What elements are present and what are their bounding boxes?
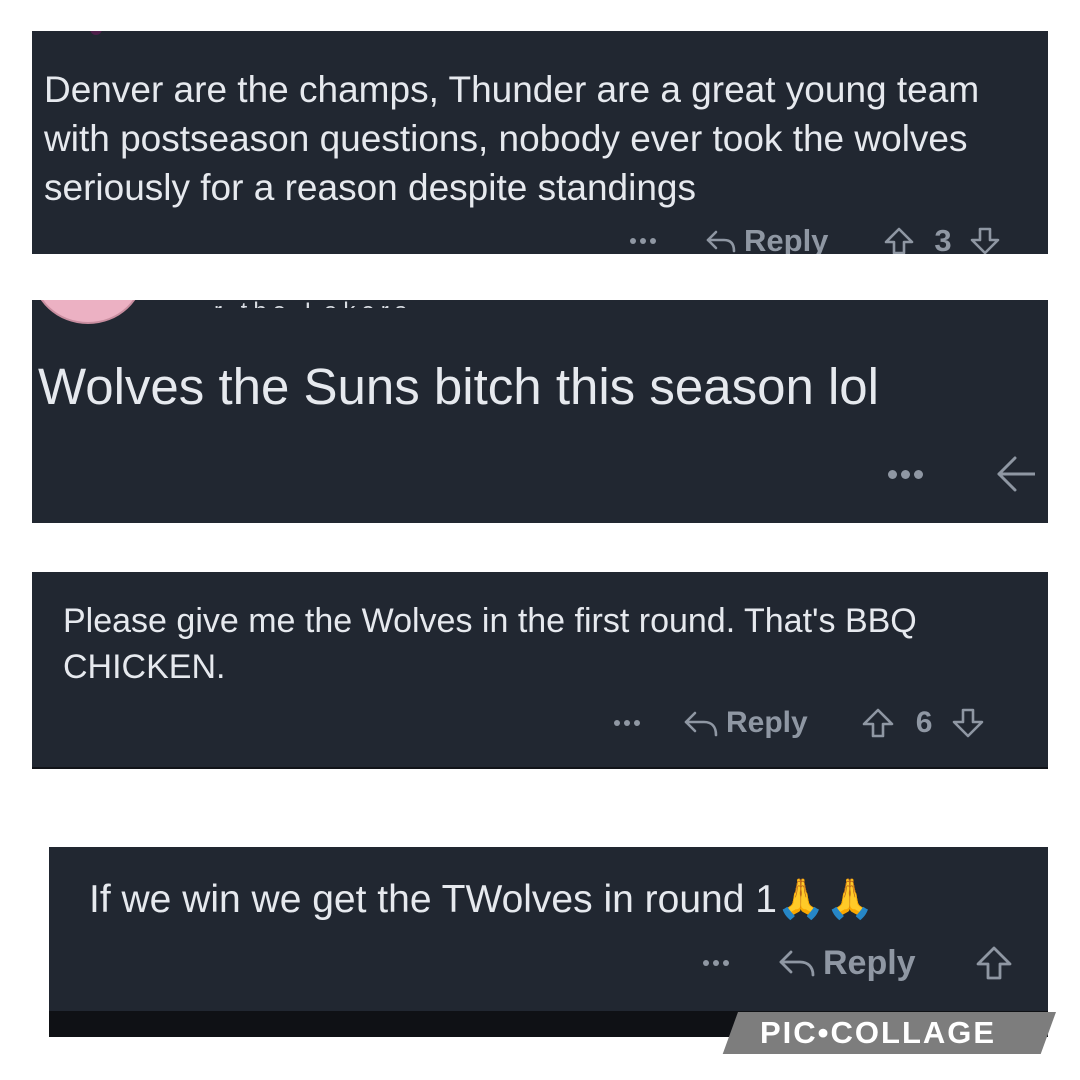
reply-icon[interactable]: [995, 452, 1035, 496]
more-options-button[interactable]: [614, 720, 640, 726]
reply-button[interactable]: Reply: [744, 223, 828, 254]
comment-card-3: Please give me the Wolves in the first r…: [32, 572, 1048, 769]
comment-text: Wolves the Suns bitch this season lol: [38, 358, 880, 415]
avatar: [90, 31, 102, 35]
comment-card-4: If we win we get the TWolves in round 1🙏…: [49, 847, 1048, 1011]
comment-text: Please give me the Wolves in the first r…: [63, 602, 927, 686]
comment-actions: [888, 454, 1035, 494]
comment-text: If we win we get the TWolves in round 1🙏…: [89, 878, 875, 921]
comment-actions: Reply 6: [614, 704, 986, 742]
comment-text: Denver are the champs, Thunder are a gre…: [44, 69, 990, 208]
comment-card-2: r the Lakers Wolves the Suns bitch this …: [32, 300, 1048, 523]
more-options-button[interactable]: [630, 238, 656, 244]
downvote-icon[interactable]: [950, 707, 986, 739]
upvote-icon[interactable]: [860, 707, 896, 739]
avatar: [32, 300, 144, 324]
comment-actions: Reply: [703, 943, 1014, 983]
reply-icon[interactable]: [777, 946, 817, 980]
more-options-button[interactable]: [888, 469, 923, 479]
vote-count: 3: [934, 223, 952, 254]
watermark: PIC•COLLAGE: [760, 1015, 997, 1050]
vote-count: 6: [915, 706, 933, 739]
reply-button[interactable]: Reply: [726, 706, 808, 740]
upvote-icon[interactable]: [974, 945, 1014, 981]
reply-icon[interactable]: [682, 707, 720, 739]
downvote-icon[interactable]: [970, 226, 1000, 254]
reply-button[interactable]: Reply: [823, 944, 916, 983]
username: r the Lakers: [214, 300, 534, 308]
reply-icon[interactable]: [704, 226, 738, 254]
more-options-button[interactable]: [703, 960, 729, 966]
comment-card-1: Denver are the champs, Thunder are a gre…: [32, 31, 1048, 254]
upvote-icon[interactable]: [882, 226, 916, 254]
comment-actions: Reply 3: [630, 223, 1000, 254]
